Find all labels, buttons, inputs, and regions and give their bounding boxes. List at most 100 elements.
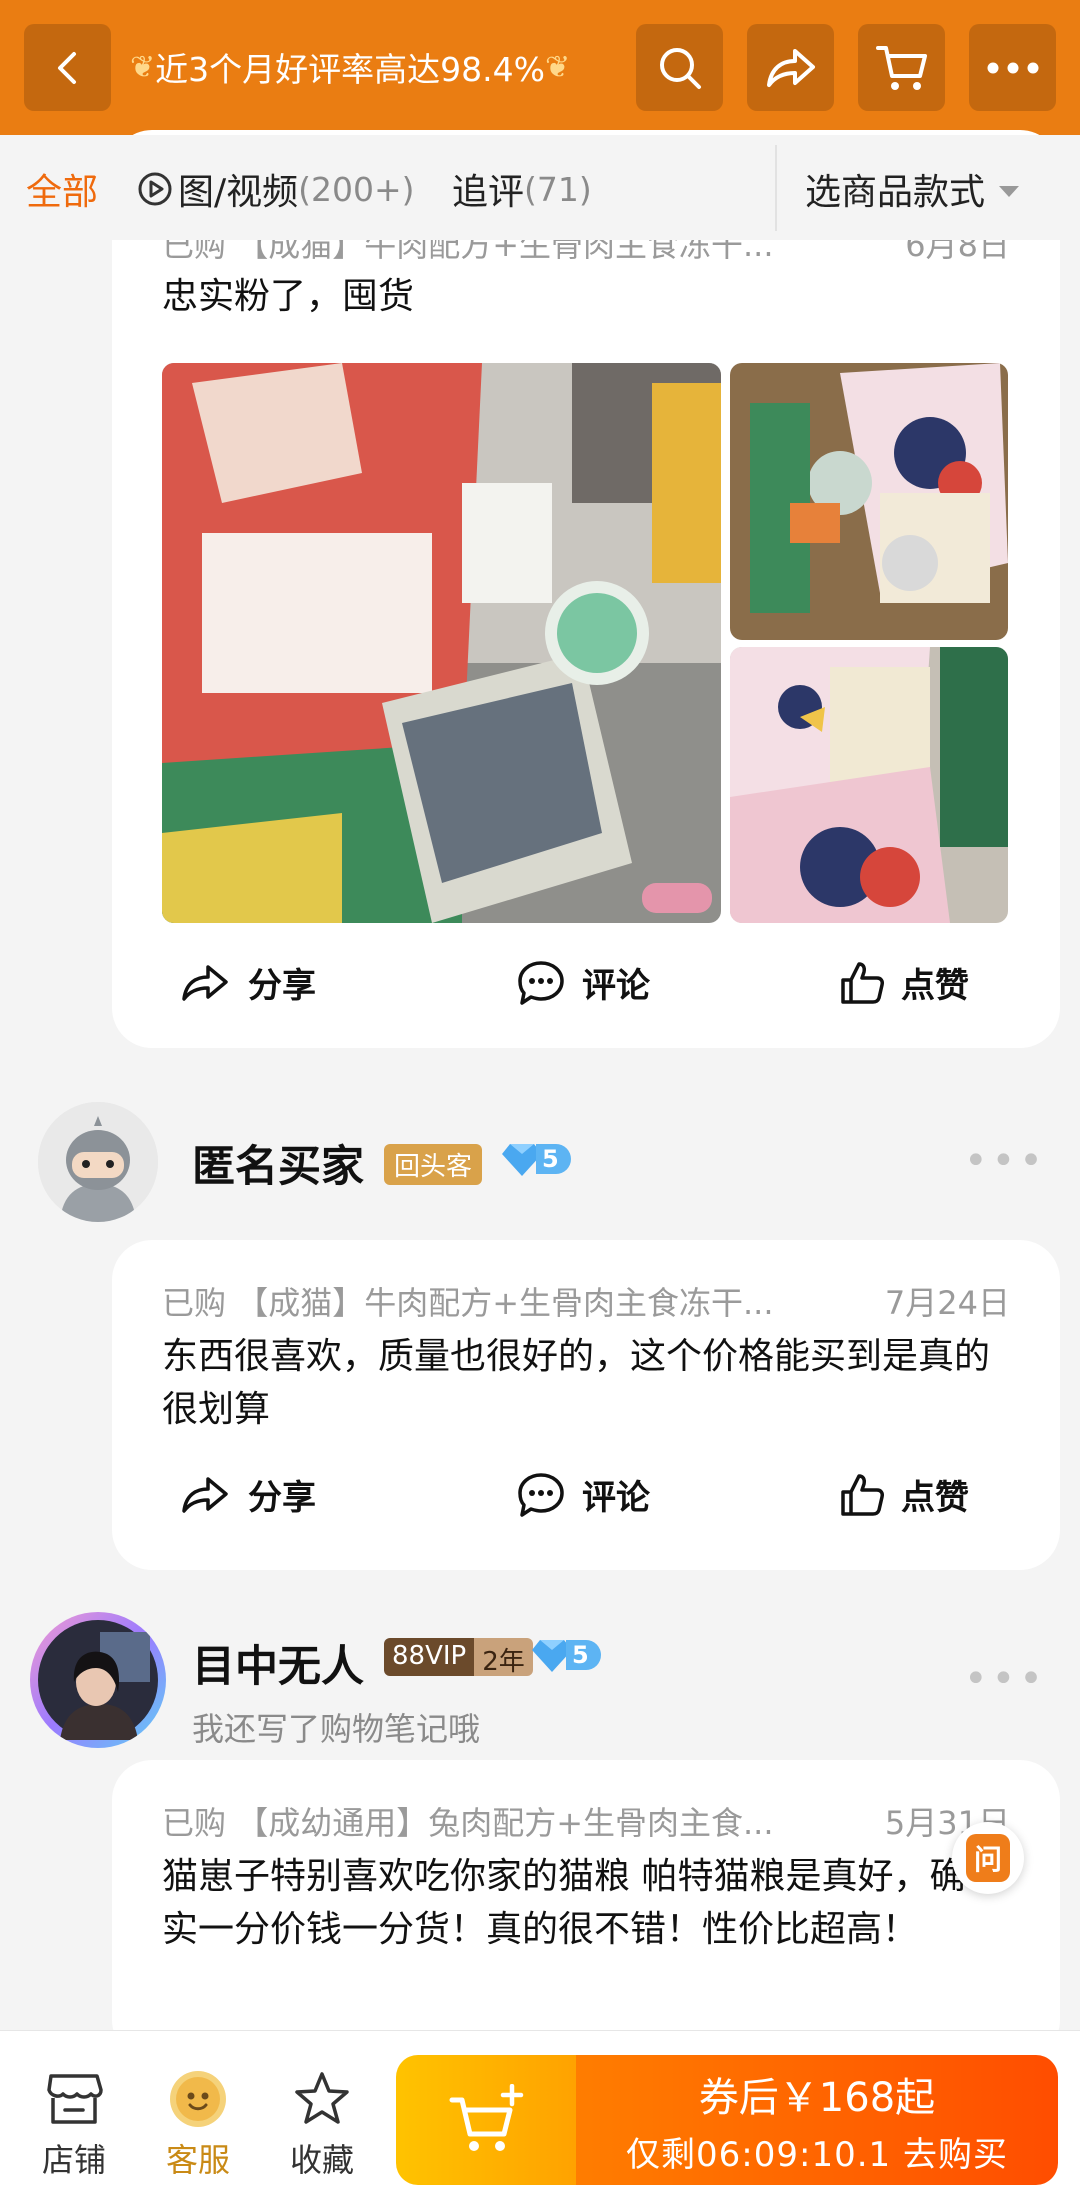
review-photo[interactable]: [730, 647, 1008, 923]
customer-service-label: 客服: [165, 2141, 230, 2179]
store-icon: [47, 2074, 103, 2124]
anonymous-avatar-icon: [38, 1102, 158, 1222]
shopping-note-link[interactable]: 我还写了购物笔记哦: [192, 1704, 480, 1750]
tab-media-label: 图/视频: [178, 172, 299, 213]
customer-service-icon: [170, 2071, 226, 2127]
comment-label: 评论: [582, 1478, 650, 1518]
purchase-info: 已购 【成幼通用】兔肉配方+生骨肉主食... 5月31日: [162, 1798, 1010, 1844]
tab-all[interactable]: 全部: [26, 163, 98, 215]
purchased-label: 已购: [162, 1284, 227, 1322]
review-photo-image: [162, 363, 721, 923]
rating-slogan: ❦ 近3个月好评率高达98.4% ❦: [130, 36, 570, 98]
avatar[interactable]: [38, 1102, 158, 1222]
favorite-button[interactable]: 收藏: [272, 2067, 372, 2181]
like-action[interactable]: 点赞: [839, 958, 969, 1007]
review-actions: 分享 评论 点赞: [112, 958, 1060, 1018]
tab-all-label: 全部: [26, 172, 99, 213]
avatar[interactable]: [30, 1612, 166, 1748]
share-action[interactable]: 分享: [180, 958, 316, 1007]
tab-media[interactable]: 图/视频 (200+): [136, 163, 415, 215]
coupon-price: 券后￥168起: [698, 2074, 936, 2121]
comment-bubble-icon: [518, 960, 564, 1005]
store-button[interactable]: 店铺: [24, 2067, 124, 2181]
back-button[interactable]: [24, 24, 111, 111]
bottom-bar: 店铺 客服 收藏 券后￥168起 仅剩06:09:10.1 去购买: [0, 2030, 1080, 2211]
share-icon: [766, 48, 815, 87]
laurel-left-icon: ❦: [130, 49, 156, 85]
add-to-cart-button[interactable]: [396, 2055, 576, 2185]
review-card: 已购 【成幼通用】兔肉配方+生骨肉主食... 5月31日 猫崽子特别喜欢吃你家的…: [112, 1760, 1060, 2060]
review-text: 东西很喜欢，质量也很好的，这个价格能买到是真的很划算: [162, 1336, 991, 1430]
like-action[interactable]: 点赞: [839, 1470, 969, 1519]
review-photo[interactable]: [162, 363, 721, 923]
ask-question-button[interactable]: 问: [952, 1822, 1024, 1894]
tab-followup-label: 追评: [452, 172, 525, 213]
variant-selector[interactable]: 选商品款式: [805, 163, 1020, 215]
search-button[interactable]: [636, 24, 723, 111]
comment-label: 评论: [582, 966, 650, 1006]
comment-bubble-icon: [518, 1472, 564, 1517]
purchased-label: 已购: [162, 1804, 227, 1842]
share-label: 分享: [248, 966, 316, 1006]
top-bar: ❦ 近3个月好评率高达98.4% ❦: [0, 0, 1080, 135]
reviewer-name[interactable]: 目中无人: [192, 1632, 364, 1694]
like-label: 点赞: [901, 1478, 969, 1518]
favorite-label: 收藏: [289, 2141, 354, 2179]
like-label: 点赞: [901, 966, 969, 1006]
play-circle-icon: [138, 172, 172, 206]
repeat-customer-badge: 回头客: [384, 1144, 483, 1185]
user-photo-avatar: [38, 1620, 158, 1740]
member-level-badge: 5: [502, 1142, 571, 1176]
slogan-text: 近3个月好评率高达98.4%: [155, 50, 545, 89]
search-icon: [659, 47, 701, 89]
review-actions: 分享 评论 点赞: [112, 1470, 1060, 1530]
purchased-product[interactable]: 【成幼通用】兔肉配方+生骨肉主食...: [236, 1804, 773, 1842]
comment-action[interactable]: 评论: [516, 958, 650, 1007]
vip-years: 2年: [474, 1638, 533, 1676]
cart-icon: [875, 45, 927, 90]
vip-label: 88VIP: [384, 1638, 475, 1676]
divider: [775, 145, 777, 231]
variant-selector-label: 选商品款式: [805, 172, 986, 213]
more-button[interactable]: [969, 24, 1056, 111]
caret-down-icon: [999, 185, 1020, 197]
back-icon: [57, 51, 76, 84]
add-cart-icon: [449, 2084, 524, 2151]
purchased-product[interactable]: 【成猫】牛肉配方+生骨肉主食冻干...: [236, 1284, 773, 1322]
customer-service-button[interactable]: 客服: [148, 2067, 248, 2181]
cart-button[interactable]: [858, 24, 945, 111]
tab-media-count: (200+): [298, 169, 415, 209]
thumbs-up-icon: [841, 961, 884, 1004]
share-label: 分享: [248, 1478, 316, 1518]
more-icon: [987, 62, 1038, 73]
review-date: 7月24日: [884, 1284, 1010, 1322]
laurel-right-icon: ❦: [544, 49, 571, 85]
thumbs-up-icon: [841, 1473, 884, 1516]
share-action[interactable]: 分享: [180, 1470, 316, 1519]
share-button[interactable]: [747, 24, 834, 111]
tab-followup-count: (71): [524, 169, 592, 209]
more-options-icon[interactable]: •••: [964, 1138, 1047, 1184]
review-card: 已购 【成猫】牛肉配方+生骨肉主食冻干... 6月8日 忠实粉了，囤货 分享 评…: [112, 130, 1060, 1048]
review-photo-image: [730, 647, 1008, 923]
reviewer-name[interactable]: 匿名买家: [192, 1132, 364, 1194]
star-icon: [295, 2072, 349, 2124]
member-level: 5: [566, 1640, 601, 1670]
review-photo-image: [730, 363, 1008, 640]
review-photo[interactable]: [730, 363, 1008, 640]
review-text: 猫崽子特别喜欢吃你家的猫粮 帕特猫粮是真好，确实一分价钱一分货！真的很不错！性价…: [162, 1856, 966, 1950]
review-text: 忠实粉了，囤货: [162, 276, 415, 317]
share-icon: [182, 964, 228, 1001]
store-label: 店铺: [41, 2141, 106, 2179]
buy-now-button[interactable]: 券后￥168起 仅剩06:09:10.1 去购买: [576, 2055, 1058, 2185]
buy-button-group: 券后￥168起 仅剩06:09:10.1 去购买: [396, 2055, 1058, 2185]
comment-action[interactable]: 评论: [516, 1470, 650, 1519]
countdown-text: 仅剩06:09:10.1 去购买: [626, 2134, 1008, 2175]
ask-label: 问: [965, 1834, 1010, 1882]
member-level: 5: [536, 1144, 571, 1174]
tab-followup[interactable]: 追评 (71): [452, 163, 592, 215]
more-options-icon[interactable]: •••: [964, 1656, 1047, 1702]
review-card: 已购 【成猫】牛肉配方+生骨肉主食冻干... 7月24日 东西很喜欢，质量也很好…: [112, 1240, 1060, 1570]
member-level-badge: 5: [532, 1638, 601, 1672]
88vip-badge: 88VIP 2年: [384, 1638, 533, 1676]
